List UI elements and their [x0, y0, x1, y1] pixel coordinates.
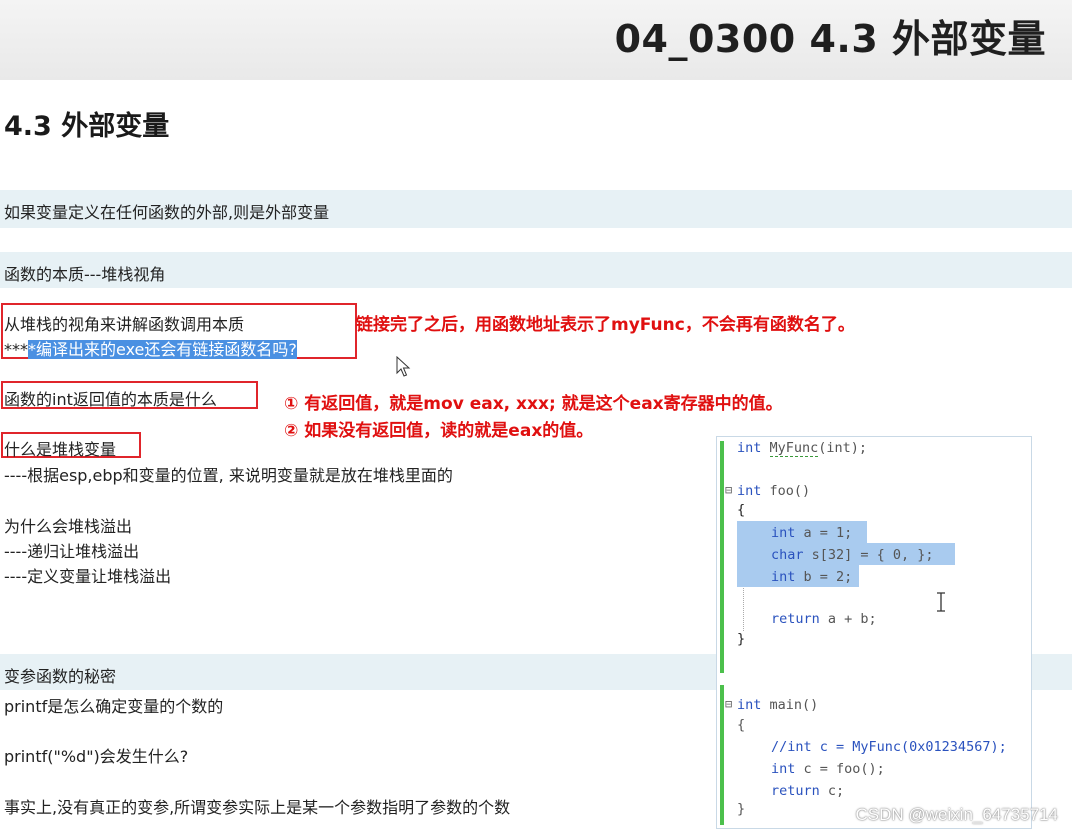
- varargs-fact-text: 事实上,没有真正的变参,所谓变参实际上是某一个参数指明了参数的个数: [4, 798, 511, 817]
- return-annotation-1: ① 有返回值，就是mov eax, xxx; 就是这个eax寄存器中的值。: [284, 394, 783, 414]
- overflow-define: ----定义变量让堆栈溢出: [4, 567, 172, 586]
- int-return-text: 函数的int返回值的本质是什么: [4, 390, 217, 409]
- printf-d-text: printf("%d")会发生什么?: [4, 747, 189, 766]
- stack-var-text: 什么是堆栈变量: [4, 440, 117, 459]
- code-editor-panel[interactable]: int MyFunc(int); ⊟ int foo() { int a = 1…: [716, 436, 1032, 829]
- code-line-9[interactable]: int main(): [737, 697, 818, 713]
- exe-question-prefix: ***: [4, 340, 28, 359]
- section-heading: 4.3 外部变量: [4, 111, 170, 142]
- change-bar-top: [720, 441, 724, 673]
- code-line-11[interactable]: //int c = MyFunc(0x01234567);: [771, 739, 1007, 755]
- fold-toggle-icon[interactable]: ⊟: [725, 483, 732, 497]
- mouse-pointer-icon: [396, 356, 411, 377]
- text-cursor-icon: [937, 592, 945, 612]
- code-line-2[interactable]: int foo(): [737, 483, 810, 499]
- code-line-6[interactable]: int b = 2;: [771, 569, 852, 585]
- exe-question-highlight[interactable]: *编译出来的exe还会有链接函数名吗?: [28, 340, 297, 359]
- stack-view-text: 从堆栈的视角来讲解函数调用本质: [4, 315, 245, 334]
- code-line-8[interactable]: }: [737, 631, 745, 647]
- code-line-14[interactable]: }: [737, 801, 745, 817]
- overflow-question: 为什么会堆栈溢出: [4, 517, 133, 536]
- return-annotation-2: ② 如果没有返回值，读的就是eax的值。: [284, 421, 594, 441]
- code-line-5[interactable]: char s[32] = { 0, };: [771, 547, 934, 563]
- code-line-3[interactable]: {: [737, 502, 745, 518]
- varargs-heading: 变参函数的秘密: [4, 667, 117, 686]
- printf-count-text: printf是怎么确定变量的个数的: [4, 697, 224, 716]
- exe-question: ****编译出来的exe还会有链接函数名吗?: [4, 336, 297, 360]
- change-bar-bottom: [720, 685, 724, 825]
- overflow-recursion: ----递归让堆栈溢出: [4, 542, 140, 561]
- code-line-7[interactable]: return a + b;: [771, 611, 877, 627]
- definition-text: 如果变量定义在任何函数的外部,则是外部变量: [4, 203, 330, 222]
- code-line-1[interactable]: int MyFunc(int);: [737, 440, 867, 457]
- fold-toggle-icon[interactable]: ⊟: [725, 697, 732, 711]
- link-annotation: 链接完了之后，用函数地址表示了myFunc，不会再有函数名了。: [356, 315, 855, 335]
- code-line-10[interactable]: {: [737, 717, 745, 733]
- slide-title: 04_0300 4.3 外部变量: [614, 17, 1046, 61]
- code-line-13[interactable]: return c;: [771, 783, 844, 799]
- watermark: CSDN @weixin_64735714: [855, 805, 1058, 824]
- essence-heading: 函数的本质---堆栈视角: [4, 265, 166, 284]
- stack-var-desc: ----根据esp,ebp和变量的位置, 来说明变量就是放在堆栈里面的: [4, 466, 453, 485]
- code-line-12[interactable]: int c = foo();: [771, 761, 885, 777]
- code-line-4[interactable]: int a = 1;: [771, 525, 852, 541]
